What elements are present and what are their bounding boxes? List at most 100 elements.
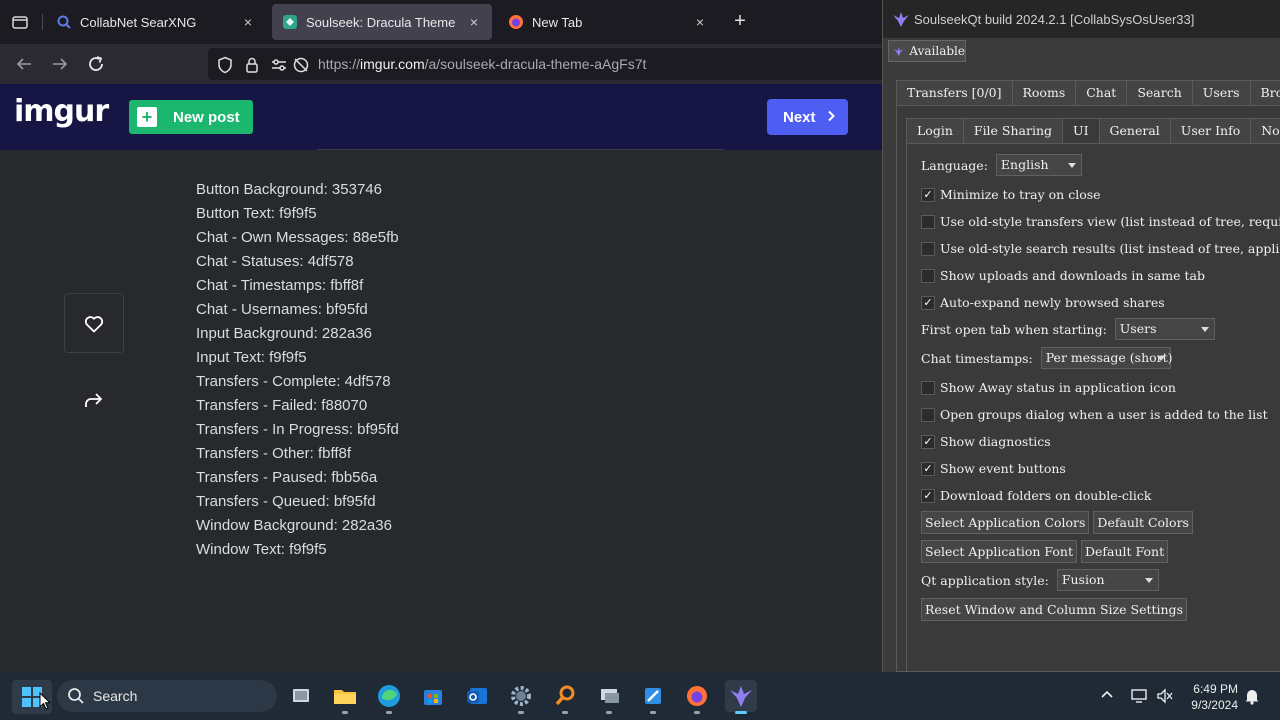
- style-select[interactable]: Fusion: [1056, 569, 1159, 591]
- select-font-button[interactable]: Select Application Font: [921, 540, 1077, 563]
- tab-user-info[interactable]: User Info: [1169, 118, 1252, 144]
- tab-rooms[interactable]: Rooms: [1011, 80, 1077, 106]
- language-select[interactable]: English: [995, 154, 1082, 176]
- address-bar[interactable]: https://imgur.com/a/soulseek-dracula-the…: [208, 48, 898, 80]
- tab-browse[interactable]: Browse: [1249, 80, 1280, 106]
- auto-expand-checkbox[interactable]: ✓: [921, 295, 935, 310]
- dl-dblclick-checkbox[interactable]: ✓: [921, 488, 935, 503]
- new-tab-button[interactable]: +: [728, 10, 752, 34]
- checkbox-row[interactable]: ✓ Auto-expand newly browsed shares: [921, 294, 1165, 310]
- timestamps-select[interactable]: Per message (short): [1040, 347, 1173, 369]
- default-font-button[interactable]: Default Font: [1081, 540, 1169, 563]
- default-colors-button[interactable]: Default Colors: [1093, 511, 1193, 534]
- description-line: Chat - Timestamps: fbff8f: [196, 277, 364, 294]
- tab-list-icon[interactable]: [8, 10, 32, 34]
- checkbox-row[interactable]: Use old-style transfers view (list inste…: [921, 213, 1280, 229]
- edge-icon[interactable]: [373, 680, 405, 714]
- magnifier-app-icon[interactable]: [549, 680, 581, 714]
- back-arrow-icon[interactable]: [12, 52, 36, 76]
- diagnostics-checkbox[interactable]: ✓: [921, 434, 935, 449]
- checkbox-label: Download folders on double-click: [940, 488, 1152, 503]
- task-view-icon[interactable]: [285, 680, 317, 712]
- permissions-icon[interactable]: [270, 56, 288, 74]
- reload-icon[interactable]: [84, 52, 108, 76]
- select-colors-button[interactable]: Select Application Colors: [921, 511, 1090, 534]
- timestamps-row: Chat timestamps: Per message (short): [921, 347, 1173, 369]
- reset-window-button[interactable]: Reset Window and Column Size Settings: [921, 598, 1187, 621]
- url-domain: imgur.com: [360, 56, 425, 72]
- tab-chat[interactable]: Chat: [1075, 80, 1128, 106]
- autoplay-blocked-icon[interactable]: [292, 56, 310, 74]
- lock-icon[interactable]: [243, 56, 261, 74]
- page-content: imgur + New post Next Button Background:…: [0, 84, 882, 672]
- tab-transfers[interactable]: Transfers [0/0]: [896, 80, 1013, 106]
- checkbox-row[interactable]: Show uploads and downloads in same tab: [921, 267, 1205, 283]
- soulseek-taskbar-icon[interactable]: [725, 680, 757, 714]
- close-tab-icon[interactable]: ×: [466, 14, 482, 30]
- shield-icon[interactable]: [216, 56, 234, 74]
- taskbar-search[interactable]: Search: [57, 680, 277, 712]
- outlook-icon[interactable]: [461, 680, 493, 712]
- groups-dialog-checkbox[interactable]: [921, 407, 935, 422]
- url-text[interactable]: https://imgur.com/a/soulseek-dracula-the…: [318, 56, 646, 72]
- system-clock[interactable]: 6:49 PM 9/3/2024: [1184, 681, 1238, 713]
- running-indicator: [694, 711, 700, 714]
- description-line: Transfers - Complete: 4df578: [196, 373, 391, 390]
- new-post-button[interactable]: + New post: [129, 100, 253, 134]
- close-tab-icon[interactable]: ×: [240, 14, 256, 30]
- tab-ui[interactable]: UI: [1062, 118, 1100, 144]
- share-arrow-icon[interactable]: [82, 389, 106, 413]
- event-buttons-checkbox[interactable]: ✓: [921, 461, 935, 476]
- file-explorer-icon[interactable]: [329, 680, 361, 714]
- search-label: Search: [93, 688, 138, 704]
- window-titlebar[interactable]: SoulseekQt build 2024.2.1 [CollabSysOsUs…: [883, 0, 1280, 38]
- chevron-up-icon[interactable]: [1099, 687, 1115, 703]
- checkbox-row[interactable]: ✓ Show diagnostics: [921, 433, 1051, 449]
- status-button[interactable]: Available: [888, 40, 966, 62]
- tab-login[interactable]: Login: [906, 118, 964, 144]
- old-search-checkbox[interactable]: [921, 241, 935, 256]
- running-indicator: [650, 711, 656, 714]
- tab-strip: CollabNet SearXNG × Soulseek: Dracula Th…: [0, 0, 882, 44]
- firefox-icon[interactable]: [681, 680, 713, 714]
- close-tab-icon[interactable]: ×: [692, 14, 708, 30]
- font-buttons-row: Select Application Font Default Font: [921, 540, 1172, 563]
- tab-notifications[interactable]: Notifications: [1250, 118, 1280, 144]
- tab-file-sharing[interactable]: File Sharing: [962, 118, 1064, 144]
- paint-app-icon[interactable]: [637, 680, 669, 714]
- forward-arrow-icon[interactable]: [48, 52, 72, 76]
- tab-users[interactable]: Users: [1191, 80, 1251, 106]
- tab-general[interactable]: General: [1098, 118, 1171, 144]
- away-icon-checkbox[interactable]: [921, 380, 935, 395]
- old-transfers-checkbox[interactable]: [921, 214, 935, 229]
- soulseek-bird-icon: [893, 12, 909, 27]
- volume-muted-icon[interactable]: [1156, 687, 1174, 705]
- tab-new-tab[interactable]: New Tab ×: [498, 4, 718, 40]
- same-tab-checkbox[interactable]: [921, 268, 935, 283]
- description-line: Transfers - In Progress: bf95fd: [196, 421, 399, 438]
- checkbox-row[interactable]: Open groups dialog when a user is added …: [921, 406, 1268, 422]
- clock-date: 9/3/2024: [1191, 698, 1238, 712]
- first-tab-select[interactable]: Users: [1114, 318, 1215, 340]
- tab-searxng[interactable]: CollabNet SearXNG ×: [46, 4, 266, 40]
- checkbox-row[interactable]: Show Away status in application icon: [921, 379, 1176, 395]
- remote-desktop-icon[interactable]: [593, 680, 625, 714]
- next-label: Next: [783, 108, 816, 126]
- notification-bell-icon[interactable]: [1244, 687, 1260, 705]
- tab-imgur[interactable]: Soulseek: Dracula Theme - Imgur ×: [272, 4, 492, 40]
- network-icon[interactable]: [1130, 687, 1148, 705]
- checkbox-row[interactable]: ✓ Show event buttons: [921, 460, 1066, 476]
- tab-search[interactable]: Search: [1126, 80, 1193, 106]
- settings-gear-icon[interactable]: [505, 680, 537, 714]
- store-icon[interactable]: [417, 680, 449, 712]
- favorite-button[interactable]: [64, 293, 124, 353]
- checkbox-row[interactable]: ✓ Download folders on double-click: [921, 487, 1151, 503]
- minimize-tray-checkbox[interactable]: ✓: [921, 187, 935, 202]
- imgur-logo[interactable]: imgur: [14, 94, 109, 129]
- checkbox-row[interactable]: ✓ Minimize to tray on close: [921, 186, 1101, 202]
- tab-title: New Tab: [532, 14, 583, 30]
- checkbox-row[interactable]: Use old-style search results (list inste…: [921, 240, 1280, 256]
- description-line: Transfers - Failed: f88070: [196, 397, 368, 414]
- description-line: Input Background: 282a36: [196, 325, 372, 342]
- next-button[interactable]: Next: [767, 99, 848, 135]
